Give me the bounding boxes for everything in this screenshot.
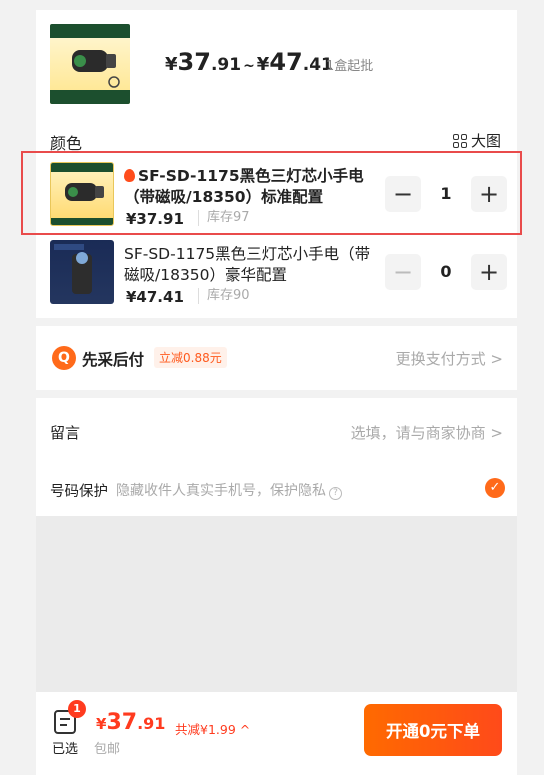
flame-icon: [124, 169, 135, 182]
note-label: 留言: [50, 424, 81, 442]
payment-row[interactable]: Q 先采后付 立减0.88元 更换支付方式 >: [36, 326, 517, 390]
quantity-value[interactable]: 1: [429, 184, 463, 203]
variant-price: ¥37.91: [126, 210, 184, 228]
discount-toggle[interactable]: 共减¥1.99 ^: [175, 719, 250, 738]
variant-thumbnail[interactable]: [50, 240, 114, 304]
quantity-stepper[interactable]: − 0 +: [385, 254, 507, 290]
product-thumbnail[interactable]: [50, 24, 130, 104]
pay-later-icon: Q: [52, 346, 76, 370]
grid-icon: [452, 133, 467, 148]
flashlight-icon: [51, 163, 113, 225]
big-image-label: 大图: [470, 132, 501, 150]
color-section-label: 颜色: [50, 134, 83, 153]
payment-title: 先采后付: [82, 351, 145, 369]
price-range: ¥37.91 ~ ¥47.41: [165, 48, 333, 76]
decrease-button[interactable]: −: [385, 254, 421, 290]
increase-button[interactable]: +: [471, 254, 507, 290]
privacy-checkbox[interactable]: ✓: [485, 478, 505, 498]
shipping-label: 包邮: [94, 742, 121, 757]
note-input[interactable]: 选填，请与商家协商 >: [351, 422, 503, 443]
selected-count-badge: 1: [68, 700, 86, 718]
bottom-bar: 1 已选 ¥37.91 共减¥1.99 ^ 包邮 开通0元下单: [36, 692, 517, 775]
variant-row[interactable]: SF-SD-1175黑色三灯芯小手电（带磁吸/18350）标准配置 ¥37.91…: [50, 162, 510, 228]
change-payment-link[interactable]: 更换支付方式 >: [396, 348, 503, 369]
total-price: ¥37.91: [96, 710, 166, 735]
privacy-label: 号码保护: [50, 484, 108, 500]
variant-stock: 库存97: [198, 210, 250, 226]
quantity-stepper[interactable]: − 1 +: [385, 176, 507, 212]
note-card: 留言 选填，请与商家协商 > 号码保护 隐藏收件人真实手机号，保护隐私? ✓: [36, 398, 517, 516]
place-order-button[interactable]: 开通0元下单: [364, 704, 502, 756]
big-image-button[interactable]: 大图: [452, 130, 501, 151]
variant-title: SF-SD-1175黑色三灯芯小手电（带磁吸/18350）豪华配置: [124, 245, 371, 284]
help-icon[interactable]: ?: [329, 487, 342, 500]
increase-button[interactable]: +: [471, 176, 507, 212]
payment-discount-badge: 立减0.88元: [154, 347, 227, 368]
variant-stock: 库存90: [198, 288, 250, 304]
variant-row[interactable]: SF-SD-1175黑色三灯芯小手电（带磁吸/18350）豪华配置 ¥47.41…: [50, 240, 510, 306]
flashlight-icon: [54, 244, 92, 294]
decrease-button[interactable]: −: [385, 176, 421, 212]
selected-label[interactable]: 已选: [52, 738, 78, 757]
variant-title: SF-SD-1175黑色三灯芯小手电（带磁吸/18350）标准配置: [124, 167, 364, 206]
privacy-description: 隐藏收件人真实手机号，保护隐私?: [116, 480, 342, 500]
variant-thumbnail[interactable]: [50, 162, 114, 226]
quantity-value[interactable]: 0: [429, 262, 463, 281]
variant-price: ¥47.41: [126, 288, 184, 306]
min-order-label: 1盒起批: [326, 59, 374, 74]
product-card: ¥37.91 ~ ¥47.41 1盒起批 颜色 大图 SF-SD-1175黑色三灯芯…: [36, 10, 517, 318]
content-placeholder: [36, 516, 517, 692]
